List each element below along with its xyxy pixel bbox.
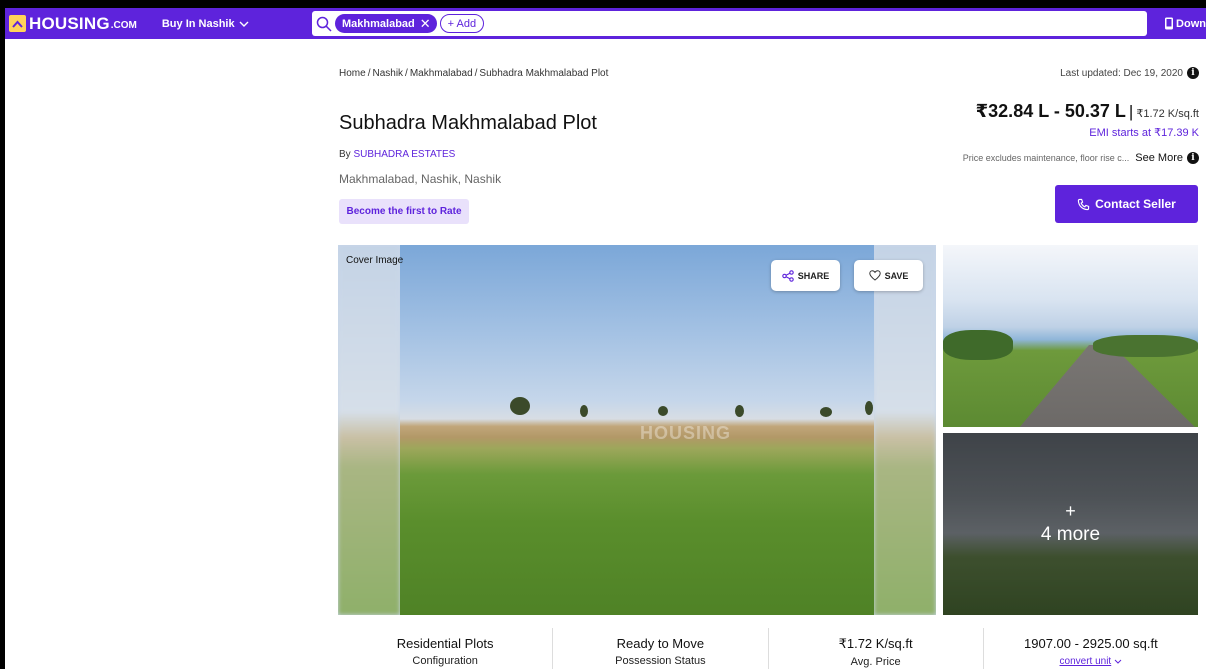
- heart-icon: [868, 270, 881, 281]
- cover-image-blur-right: [874, 245, 936, 615]
- locality-chip[interactable]: Makhmalabad ✕: [335, 14, 437, 33]
- rate-button[interactable]: Become the first to Rate: [339, 199, 469, 224]
- city-selector-label: Buy In Nashik: [161, 17, 235, 30]
- photo-tree: [658, 406, 668, 416]
- overview-label: Possession Status: [615, 655, 706, 667]
- cover-image-label: Cover Image: [346, 255, 404, 266]
- breadcrumb-separator: /: [367, 68, 371, 79]
- chevron-down-icon: [239, 21, 249, 27]
- city-selector[interactable]: Buy In Nashik: [162, 18, 249, 30]
- price-note-text: Price excludes maintenance, floor rise c…: [962, 153, 1130, 163]
- photo-tree: [580, 405, 588, 417]
- logo-suffix: .COM: [110, 20, 137, 31]
- overview-value: 1907.00 - 2925.00 sq.ft: [1024, 636, 1158, 651]
- photo-tree: [510, 397, 530, 415]
- contact-seller-label: Contact Seller: [1095, 197, 1176, 211]
- locality-chip-label: Makhmalabad: [342, 17, 415, 30]
- share-label: SHARE: [797, 270, 830, 281]
- thumbnail-tree: [943, 330, 1013, 360]
- cover-image-gallery[interactable]: HOUSING Cover Image SHARE SAVE: [338, 245, 936, 615]
- breadcrumb-home[interactable]: Home: [339, 68, 366, 79]
- overview-label: Avg. Price: [850, 656, 901, 668]
- developer-line: By SUBHADRA ESTATES: [339, 149, 455, 160]
- overview-value: Ready to Move: [616, 636, 705, 651]
- overview-value: ₹1.72 K/sq.ft: [838, 636, 913, 651]
- price-block: ₹32.84 L - 50.37 L | ₹1.72 K/sq.ft: [976, 101, 1199, 122]
- last-updated: Last updated: Dec 19, 2020 i: [1060, 67, 1199, 79]
- photo-tree: [735, 405, 744, 417]
- by-prefix: By: [339, 149, 351, 160]
- gallery-thumbnail[interactable]: [943, 245, 1198, 427]
- photo-watermark: HOUSING: [640, 423, 732, 443]
- logo-text: HOUSING: [29, 13, 110, 33]
- overview-label: Configuration: [412, 655, 478, 667]
- emi-link[interactable]: EMI starts at ₹17.39 K: [1089, 126, 1199, 139]
- overview-configuration: Residential Plots Configuration: [338, 628, 554, 669]
- gallery-more-thumbnail[interactable]: + 4 more: [943, 433, 1198, 615]
- overview-possession: Ready to Move Possession Status: [553, 628, 769, 669]
- share-icon: [781, 269, 794, 282]
- convert-unit-label: convert unit: [1059, 656, 1112, 667]
- breadcrumb-separator: /: [405, 68, 408, 79]
- price-range: ₹32.84 L - 50.37 L: [975, 101, 1126, 121]
- cover-image-blur-left: [338, 245, 400, 615]
- window-frame-left: [0, 0, 5, 669]
- thumbnail-tree: [1093, 335, 1198, 357]
- search-icon: [316, 16, 332, 32]
- window-frame-top: [0, 0, 1206, 8]
- locality-text: Makhmalabad, Nashik, Nashik: [339, 172, 502, 186]
- developer-link[interactable]: SUBHADRA ESTATES: [353, 149, 455, 160]
- overview-area: 1907.00 - 2925.00 sq.ft convert unit: [984, 628, 1198, 669]
- thumbnail-road: [1013, 345, 1198, 427]
- info-icon[interactable]: i: [1187, 67, 1199, 79]
- breadcrumb-separator: /: [474, 68, 478, 79]
- close-icon[interactable]: ✕: [420, 16, 431, 32]
- save-label: SAVE: [884, 270, 909, 281]
- contact-seller-button[interactable]: Contact Seller: [1055, 185, 1198, 223]
- overview-avg-price: ₹1.72 K/sq.ft Avg. Price: [769, 628, 984, 669]
- info-icon[interactable]: i: [1187, 152, 1199, 164]
- breadcrumb-current: Subhadra Makhmalabad Plot: [479, 68, 609, 79]
- save-button[interactable]: SAVE: [854, 260, 923, 291]
- download-app-button[interactable]: Down: [1164, 8, 1206, 39]
- price-per-sqft: ₹1.72 K/sq.ft: [1136, 108, 1199, 120]
- housing-logo[interactable]: HOUSING .COM: [9, 8, 137, 39]
- search-bar[interactable]: Makhmalabad ✕ + Add: [312, 11, 1147, 36]
- add-locality-button[interactable]: + Add: [439, 14, 485, 33]
- more-photos-label: 4 more: [1040, 524, 1101, 545]
- share-button[interactable]: SHARE: [771, 260, 840, 291]
- phone-icon: [1165, 17, 1174, 30]
- convert-unit-link[interactable]: convert unit: [1060, 656, 1123, 667]
- see-more-link[interactable]: See More: [1135, 152, 1183, 164]
- photo-tree: [865, 401, 873, 415]
- last-updated-text: Last updated: Dec 19, 2020: [1060, 67, 1183, 79]
- cover-photo[interactable]: HOUSING: [400, 245, 874, 615]
- photo-tree: [820, 407, 832, 417]
- breadcrumb: Home / Nashik / Makhmalabad / Subhadra Makhmal…: [339, 68, 608, 79]
- top-header: HOUSING .COM Buy In Nashik Makhmalabad ✕…: [5, 8, 1206, 39]
- more-plus: +: [1065, 501, 1076, 521]
- phone-call-icon: [1077, 198, 1090, 210]
- price-note: Price excludes maintenance, floor rise c…: [963, 152, 1199, 164]
- overview-strip: Residential Plots Configuration Ready to…: [338, 628, 1198, 669]
- breadcrumb-city[interactable]: Nashik: [372, 68, 403, 79]
- chevron-down-icon: [1114, 659, 1122, 664]
- more-photos-overlay[interactable]: + 4 more: [943, 433, 1198, 615]
- page-title: Subhadra Makhmalabad Plot: [339, 112, 597, 134]
- overview-value: Residential Plots: [396, 636, 494, 651]
- download-label: Down: [1176, 17, 1206, 30]
- price-separator: |: [1128, 102, 1134, 121]
- breadcrumb-locality[interactable]: Makhmalabad: [410, 68, 473, 79]
- house-logo-icon: [9, 15, 26, 32]
